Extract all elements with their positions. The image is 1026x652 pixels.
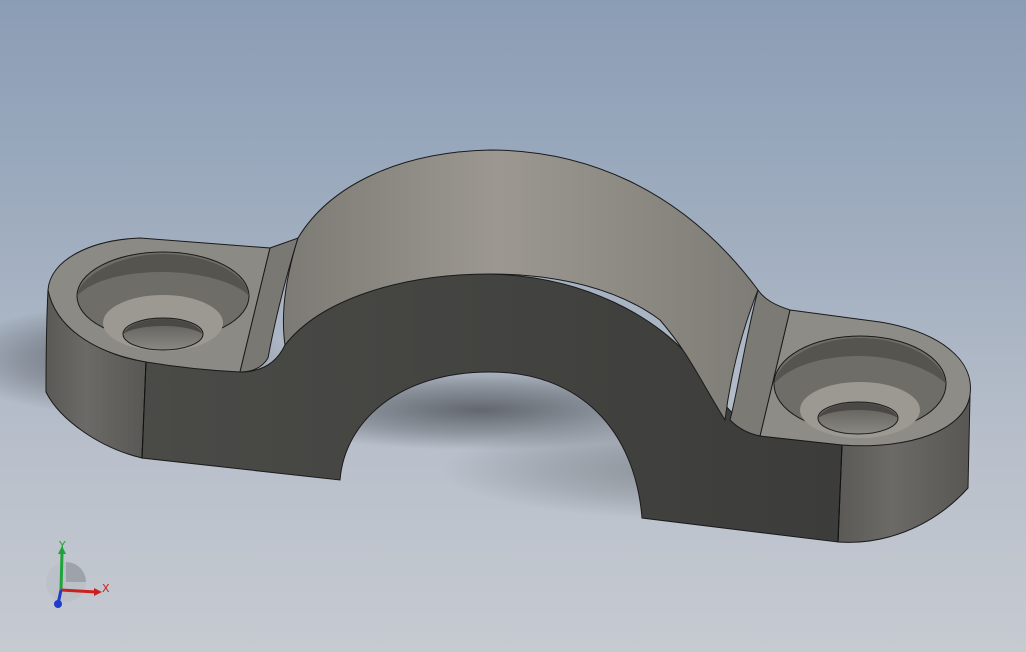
triad-sphere-shade [66, 562, 86, 582]
z-axis-end [54, 600, 62, 608]
x-axis-line [60, 588, 97, 594]
x-axis-arrow [94, 588, 102, 596]
y-axis-line [59, 551, 64, 591]
graphics-viewport[interactable]: Y X [0, 0, 1026, 652]
y-axis-label: Y [58, 539, 66, 552]
x-axis-label: X [102, 582, 110, 595]
axis-triad: Y X [46, 539, 110, 608]
clamp-model[interactable] [0, 0, 1026, 652]
